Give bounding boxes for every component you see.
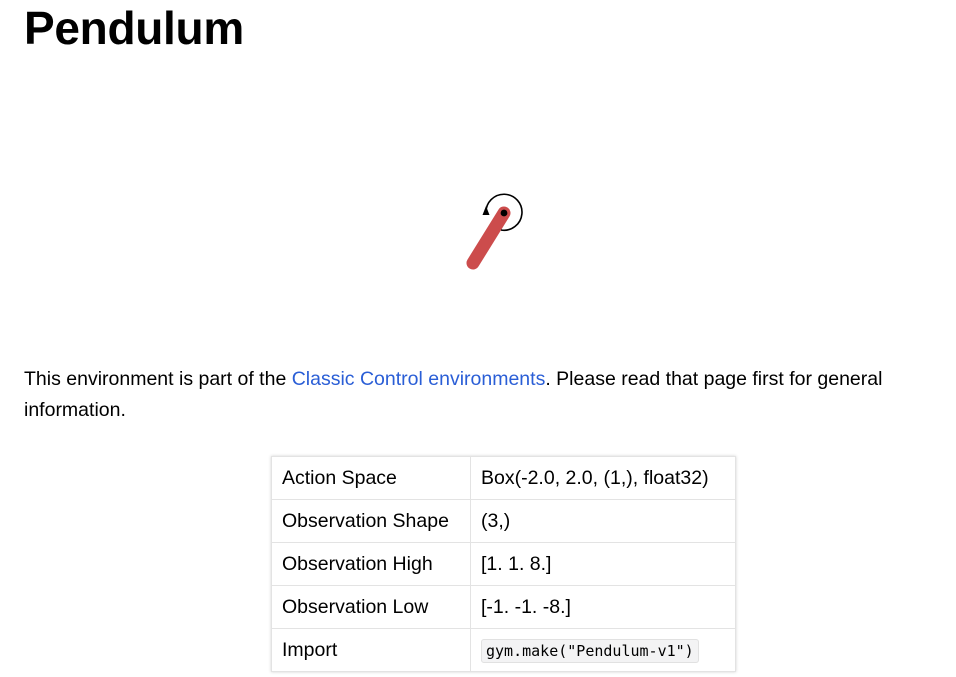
table-value-cell: gym.make("Pendulum-v1") — [470, 628, 736, 672]
table-row: Observation Low [-1. -1. -8.] — [271, 585, 736, 629]
rotation-arrowhead-icon — [482, 206, 490, 215]
page-title: Pendulum — [24, 2, 244, 54]
table-value-cell: (3,) — [470, 499, 736, 543]
table-value-cell: [1. 1. 8.] — [470, 542, 736, 586]
table-row: Observation Shape (3,) — [271, 499, 736, 543]
table-key-cell: Import — [271, 628, 471, 672]
classic-control-link[interactable]: Classic Control environments — [292, 368, 546, 390]
table-key-cell: Observation Low — [271, 585, 471, 629]
table-row: Action Space Box(-2.0, 2.0, (1,), float3… — [271, 456, 736, 500]
import-code: gym.make("Pendulum-v1") — [481, 638, 699, 663]
table-value-cell: [-1. -1. -8.] — [470, 585, 736, 629]
table-key-cell: Observation Shape — [271, 499, 471, 543]
pendulum-rod — [466, 206, 511, 270]
spec-table: Action Space Box(-2.0, 2.0, (1,), float3… — [271, 456, 736, 672]
table-value-cell: Box(-2.0, 2.0, (1,), float32) — [470, 456, 736, 500]
table-row: Observation High [1. 1. 8.] — [271, 542, 736, 586]
table-row: Import gym.make("Pendulum-v1") — [271, 628, 736, 672]
pendulum-pivot — [500, 209, 508, 217]
pendulum-figure — [428, 168, 558, 298]
table-key-cell: Observation High — [271, 542, 471, 586]
table-key-cell: Action Space — [271, 456, 471, 500]
intro-text-before: This environment is part of the — [24, 368, 292, 390]
intro-paragraph: This environment is part of the Classic … — [24, 364, 949, 426]
pendulum-diagram-icon — [466, 193, 523, 270]
